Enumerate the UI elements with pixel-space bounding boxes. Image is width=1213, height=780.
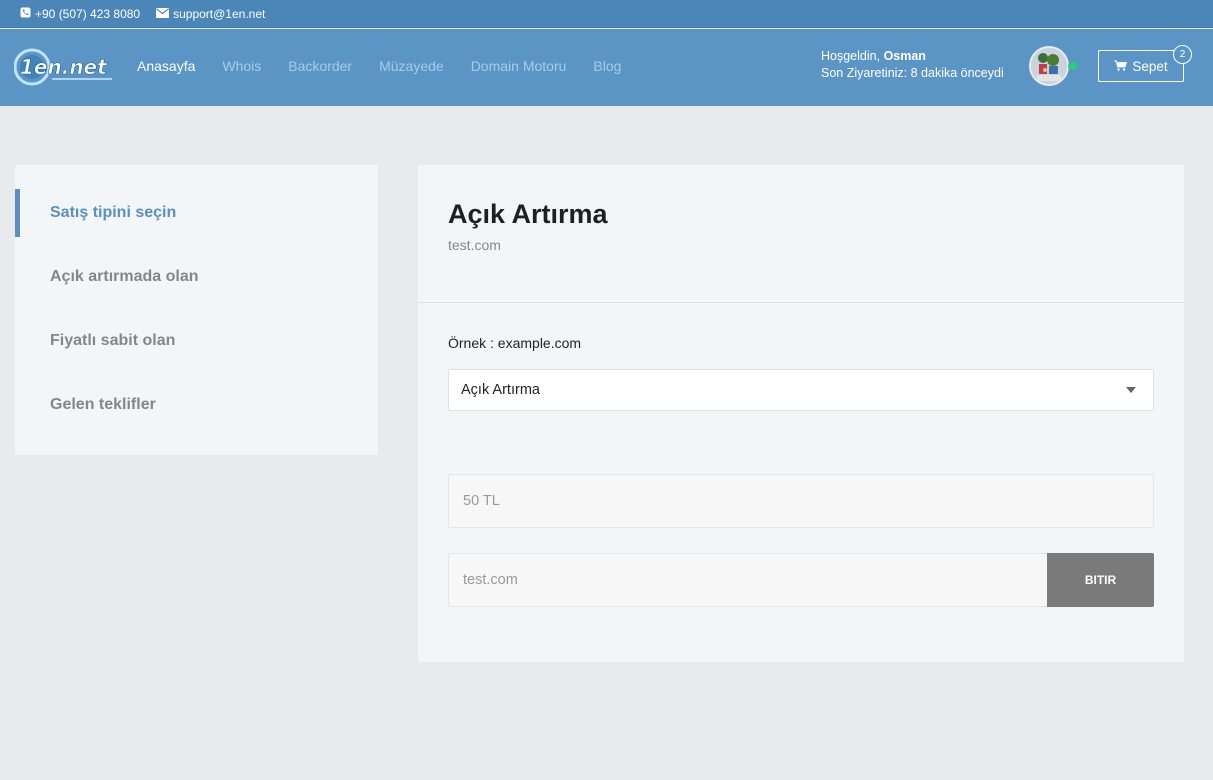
nav-whois[interactable]: Whois [222, 58, 261, 74]
panel-divider [418, 302, 1184, 303]
nav-backorder[interactable]: Backorder [288, 58, 352, 74]
main-nav: Anasayfa Whois Backorder Müzayede Domain… [137, 58, 648, 74]
chevron-down-icon [1126, 387, 1136, 393]
page-subtitle: test.com [448, 237, 501, 253]
username: Osman [883, 49, 926, 63]
sidebar-item-sale-type[interactable]: Satış tipini seçin [15, 189, 378, 237]
price-input[interactable] [448, 474, 1154, 528]
online-status-indicator [1068, 61, 1078, 71]
finish-button[interactable]: BITIR [1047, 553, 1154, 607]
example-label: Örnek : example.com [448, 335, 582, 351]
top-contact-bar: +90 (507) 423 8080 support@1en.net [0, 0, 1213, 28]
welcome-message: Hoşgeldin, Osman Son Ziyaretiniz: 8 daki… [821, 48, 1004, 82]
nav-blog[interactable]: Blog [593, 58, 621, 74]
nav-muzayede[interactable]: Müzayede [379, 58, 444, 74]
cart-button[interactable]: Sepet [1098, 50, 1184, 82]
main-panel: Açık Artırma test.com Örnek : example.co… [418, 165, 1184, 662]
nav-anasayfa[interactable]: Anasayfa [137, 58, 195, 74]
phone-contact[interactable]: +90 (507) 423 8080 [20, 7, 140, 21]
envelope-icon [156, 7, 170, 21]
page-title: Açık Artırma [448, 199, 608, 229]
email-address: support@1en.net [173, 6, 266, 21]
email-contact[interactable]: support@1en.net [156, 7, 265, 21]
cart-count-badge: 2 [1173, 45, 1192, 64]
last-visit-text: Son Ziyaretiniz: 8 dakika önceydi [821, 66, 1004, 80]
shopping-cart-icon [1114, 59, 1128, 74]
welcome-prefix: Hoşgeldin, [821, 49, 881, 63]
main-navbar: 1en.net Anasayfa Whois Backorder Müzayed… [0, 29, 1213, 106]
svg-text:1en.net: 1en.net [20, 55, 108, 79]
sidebar-item-in-auction[interactable]: Açık artırmada olan [15, 253, 378, 301]
sale-type-selected: Açık Artırma [461, 382, 540, 398]
sale-type-select[interactable]: Açık Artırma [448, 369, 1154, 411]
sidebar-item-incoming-offers[interactable]: Gelen teklifler [15, 381, 378, 429]
phone-number: +90 (507) 423 8080 [35, 6, 141, 21]
site-logo[interactable]: 1en.net [13, 47, 116, 87]
nav-domain-motoru[interactable]: Domain Motoru [471, 58, 567, 74]
avatar[interactable] [1029, 46, 1069, 86]
cart-label: Sepet [1132, 58, 1168, 74]
phone-icon [20, 7, 31, 21]
sidebar-item-fixed-price[interactable]: Fiyatlı sabit olan [15, 317, 378, 365]
domain-input[interactable] [448, 553, 1048, 607]
sidebar: Satış tipini seçin Açık artırmada olan F… [15, 165, 378, 455]
